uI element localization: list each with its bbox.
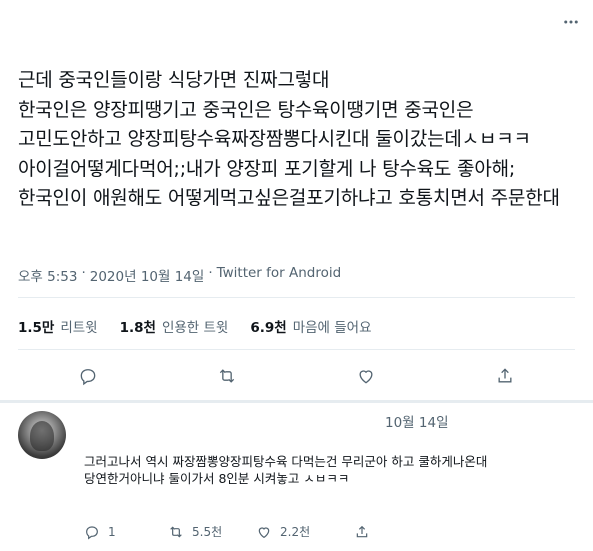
quote-count: 1.8천: [119, 320, 156, 336]
retweet-icon[interactable]: [215, 364, 239, 388]
share-button[interactable]: [354, 524, 370, 540]
retweet-stat[interactable]: 1.5만 리트윗: [18, 316, 98, 336]
like-button[interactable]: 2.2천: [256, 523, 354, 540]
like-label: 마음에 들어요: [292, 320, 372, 336]
reply-tweet[interactable]: 10월 14일 그러고나서 역시 짜장짬뽕양장피탕수육 다먹는건 무리군아 하고…: [0, 403, 593, 551]
share-icon[interactable]: [493, 364, 517, 388]
retweet-count: 1.5만: [18, 320, 55, 336]
tweet-text: 근데 중국인들이랑 식당가면 진짜그렇대 한국인은 양장피땡기고 중국인은 탕수…: [18, 69, 560, 209]
reply-actions: 1 5.5천 2.2천: [84, 523, 370, 540]
reply-text: 그러고나서 역시 짜장짬뽕양장피탕수육 다먹는건 무리군아 하고 쿨하게나온대 …: [84, 454, 488, 486]
reply-button[interactable]: 1: [84, 524, 168, 540]
retweet-label: 리트윗: [60, 320, 98, 336]
like-stat[interactable]: 6.9천 마음에 들어요: [250, 316, 371, 336]
like-count: 6.9천: [250, 320, 287, 336]
divider: [18, 297, 575, 298]
divider: [18, 349, 575, 350]
avatar[interactable]: [18, 411, 66, 459]
quote-label: 인용한 트윗: [161, 320, 229, 336]
like-count: 2.2천: [280, 525, 311, 539]
tweet-actions: [18, 362, 575, 390]
share-icon: [356, 525, 368, 537]
tweet-meta: 오후 5:53 · 2020년 10월 14일 · Twitter for An…: [18, 265, 341, 285]
meta-separator: ·: [81, 265, 86, 281]
tweet-source[interactable]: Twitter for Android: [217, 265, 342, 285]
retweet-button[interactable]: 5.5천: [168, 523, 256, 540]
heart-icon[interactable]: [354, 364, 378, 388]
reply-icon: [86, 525, 98, 540]
reply-count: 1: [108, 524, 116, 539]
quote-stat[interactable]: 1.8천 인용한 트윗: [120, 316, 229, 336]
reply-icon[interactable]: [76, 364, 100, 388]
retweet-icon: [170, 525, 182, 538]
meta-separator: ·: [208, 265, 213, 281]
tweet-time[interactable]: 오후 5:53: [18, 265, 77, 285]
tweet-stats: 1.5만 리트윗 1.8천 인용한 트윗 6.9천 마음에 들어요: [18, 316, 372, 336]
tweet-date[interactable]: 2020년 10월 14일: [90, 265, 205, 285]
reply-date[interactable]: 10월 14일: [385, 411, 449, 431]
more-options-icon[interactable]: [559, 10, 583, 34]
retweet-count: 5.5천: [192, 525, 223, 539]
heart-icon: [258, 526, 270, 538]
